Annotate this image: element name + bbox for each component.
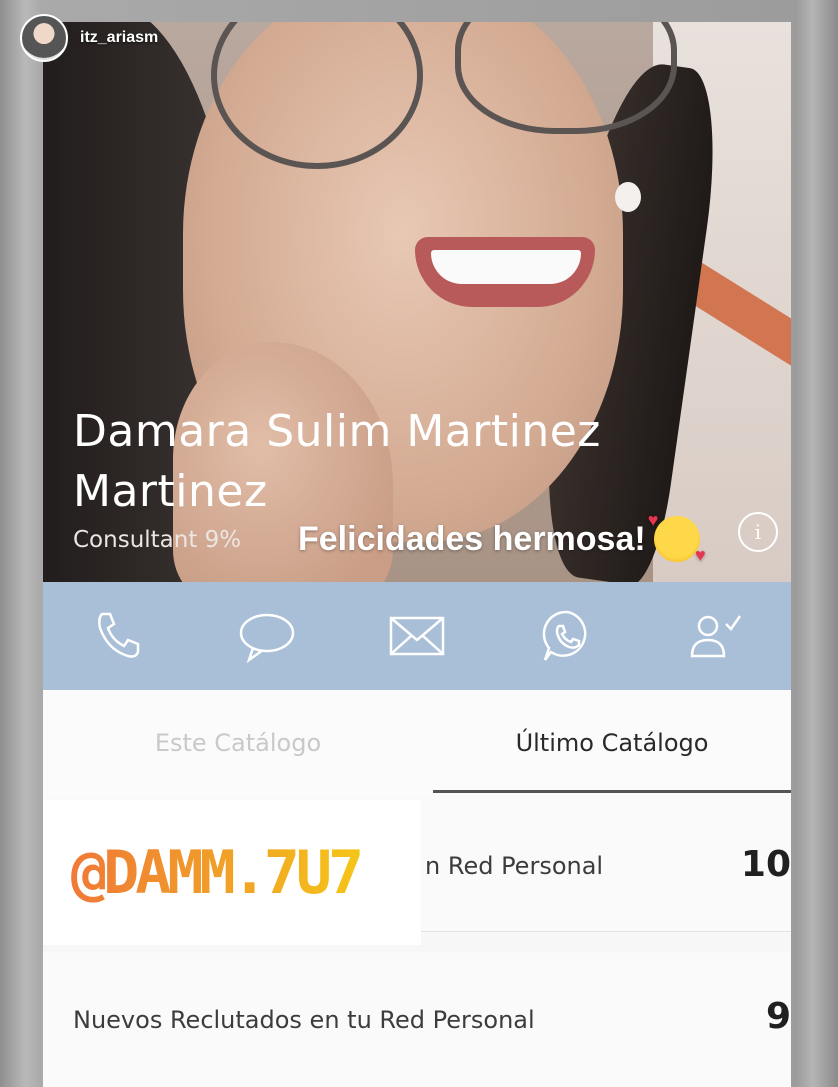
mention-sticker[interactable]: @DAMM.7U7 xyxy=(43,800,421,945)
whatsapp-button[interactable] xyxy=(532,601,602,671)
mention-handle: @DAMM.7U7 xyxy=(43,838,364,908)
photo-earring xyxy=(615,182,641,212)
stat-label: Nuevos Reclutados en tu Red Personal xyxy=(73,1006,535,1034)
profile-name-line1: Damara Sulim Martinez xyxy=(73,406,601,457)
tab-ultimo-catalogo[interactable]: Último Catálogo xyxy=(433,690,791,796)
profile-name-line2: Martinez xyxy=(73,466,268,517)
call-button[interactable] xyxy=(83,601,153,671)
phone-icon xyxy=(97,612,140,658)
glasses-left-lens xyxy=(211,22,423,169)
smiling-face-with-hearts-icon xyxy=(648,510,706,566)
story-username[interactable]: itz_ariasm xyxy=(80,29,158,47)
email-button[interactable] xyxy=(382,601,452,671)
message-button[interactable] xyxy=(232,601,302,671)
photo-teeth xyxy=(431,250,581,284)
sticker-text: Felicidades hermosa! xyxy=(298,519,646,558)
catalog-tabs: Este Catálogo Último Catálogo xyxy=(43,690,791,796)
story-header[interactable]: itz_ariasm xyxy=(20,14,158,62)
profile-photo: Damara Sulim Martinez Martinez Consultan… xyxy=(43,22,791,582)
stat-label: n Red Personal xyxy=(425,852,604,880)
user-check-button[interactable] xyxy=(681,601,751,671)
active-tab-indicator xyxy=(433,790,791,793)
list-item[interactable]: Nuevos Reclutados en tu Red Personal 9 xyxy=(43,952,791,1087)
profile-name: Damara Sulim Martinez Martinez xyxy=(73,402,601,522)
avatar[interactable] xyxy=(20,14,68,62)
mail-icon xyxy=(389,616,445,656)
contact-action-bar xyxy=(43,582,791,690)
user-check-icon xyxy=(690,615,742,658)
chat-bubble-icon xyxy=(240,613,295,664)
whatsapp-icon xyxy=(542,610,586,661)
story-text-sticker: Felicidades hermosa! xyxy=(298,510,706,566)
tab-este-catalogo[interactable]: Este Catálogo xyxy=(43,690,433,796)
profile-role: Consultant 9% xyxy=(73,527,242,553)
stat-value: 9 xyxy=(765,996,791,1037)
info-icon[interactable]: i xyxy=(738,512,778,552)
stat-value: 10 xyxy=(740,844,791,885)
